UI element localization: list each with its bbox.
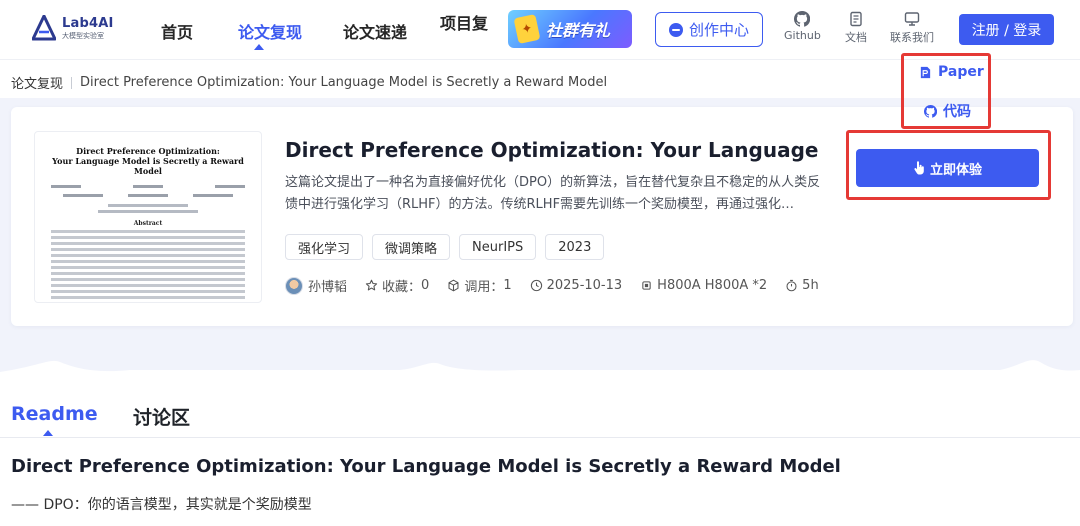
monitor-chat-icon [904,12,920,26]
github-link[interactable]: Github [784,11,821,42]
community-promo-banner[interactable]: ✦ 社群有礼 [508,10,632,48]
pointer-hand-icon [914,161,924,175]
paper-title: Direct Preference Optimization: Your Lan… [285,138,825,162]
gift-icon: ✦ [513,13,541,45]
docs-link[interactable]: 文档 [845,11,867,45]
contact-label: 联系我们 [890,31,934,44]
hero-wave-divider [0,360,1080,384]
pdf-file-icon [920,66,931,78]
thumbnail-authors-row-2 [51,194,245,197]
favorites-label: 收藏： [382,280,422,295]
paper-description: 这篇论文提出了一种名为直接偏好优化（DPO）的新算法，旨在替代复杂且不稳定的从人… [285,175,821,212]
content-tabs: Readme 讨论区 [0,384,1080,438]
author-info[interactable]: 孙博韬 [285,276,347,295]
tag-chip[interactable]: 2023 [545,234,605,260]
thumbnail-abstract-body [51,230,245,299]
github-icon [794,11,811,27]
paper-tags: 强化学习 微调策略 NeurIPS 2023 [285,234,605,260]
tab-readme[interactable]: Readme [11,403,98,425]
brand-logo[interactable]: Lab4AI 大模型实验室 [32,15,114,41]
thumbnail-emails [98,210,198,213]
tag-chip[interactable]: NeurIPS [459,234,537,260]
favorites-count[interactable]: 收藏： 0 [365,276,429,295]
avatar [285,276,303,295]
duration-info: 5h [785,278,819,293]
github-label: Github [784,29,821,42]
author-name: 孙博韬 [308,280,348,295]
brand-name: Lab4AI [62,15,114,31]
nav-item-paper-digest[interactable]: 论文速递 [343,19,407,43]
star-icon [365,279,378,291]
timer-icon [786,279,797,292]
contact-link[interactable]: 联系我们 [890,11,934,45]
creator-center-label: 创作中心 [688,21,749,39]
paper-link-label: Paper [938,64,984,80]
creator-center-button[interactable]: 创作中心 [655,12,763,47]
chip-icon [642,281,651,290]
tag-chip[interactable]: 微调策略 [372,234,451,260]
tab-active-indicator [43,430,53,436]
code-link-label: 代码 [943,104,971,120]
paper-link[interactable]: Paper [919,64,984,80]
calls-value: 1 [503,278,512,293]
nav-item-projects-wrapper: 项目复 [440,10,502,50]
calls-count: 调用： 1 [447,276,512,295]
paper-thumbnail[interactable]: Direct Preference Optimization: Your Lan… [34,131,262,303]
code-link[interactable]: 代码 [924,101,971,121]
favorites-value: 0 [421,278,430,293]
paper-meta: 孙博韬 收藏： 0 调用： 1 2025-10-13 H800A H800A *… [285,276,837,295]
tag-chip[interactable]: 强化学习 [285,234,364,260]
thumbnail-title-line-1: Direct Preference Optimization: [76,146,220,156]
breadcrumb: 论文复现 Direct Preference Optimization: You… [11,73,607,92]
nav-item-paper-reproduction[interactable]: 论文复现 [238,19,302,43]
chat-bubble-icon [668,22,683,37]
github-icon [924,104,937,118]
readme-heading: Direct Preference Optimization: Your Lan… [11,456,841,477]
calls-label: 调用： [464,280,504,295]
hardware-value: H800A H800A *2 [657,278,768,293]
publish-date-value: 2025-10-13 [546,278,623,293]
docs-label: 文档 [845,31,867,44]
thumbnail-title-line-2: Your Language Model is Secretly a Reward… [52,156,244,176]
register-login-button[interactable]: 注册 / 登录 [959,14,1054,45]
thumbnail-authors [51,185,245,188]
duration-value: 5h [802,278,819,293]
clock-icon [530,279,542,292]
document-icon [850,11,862,27]
try-now-label: 立即体验 [929,162,982,178]
try-now-button[interactable]: 立即体验 [856,149,1039,187]
thumbnail-abstract-heading: Abstract [133,220,163,227]
cube-icon [448,279,459,292]
nav-item-projects[interactable]: 项目复 [440,14,488,33]
publish-date: 2025-10-13 [530,278,623,293]
breadcrumb-current: Direct Preference Optimization: Your Lan… [80,75,608,90]
thumbnail-affiliation [108,204,188,207]
promo-label: 社群有礼 [546,21,611,40]
hardware-info: H800A H800A *2 [640,278,767,293]
breadcrumb-parent[interactable]: 论文复现 [11,73,63,92]
tab-discussion[interactable]: 讨论区 [133,403,190,430]
lab4ai-logo-icon [32,15,56,41]
thumbnail-title: Direct Preference Optimization: Your Lan… [51,146,245,176]
top-navigation: Lab4AI 大模型实验室 首页 论文复现 论文速递 项目复 ✦ 社群有礼 创作… [0,0,1080,60]
brand-subtitle: 大模型实验室 [62,31,104,40]
readme-subheading: —— DPO：你的语言模型，其实就是个奖励模型 [11,497,312,513]
nav-active-indicator [254,44,264,50]
breadcrumb-separator [71,76,73,89]
nav-item-home[interactable]: 首页 [161,19,193,43]
